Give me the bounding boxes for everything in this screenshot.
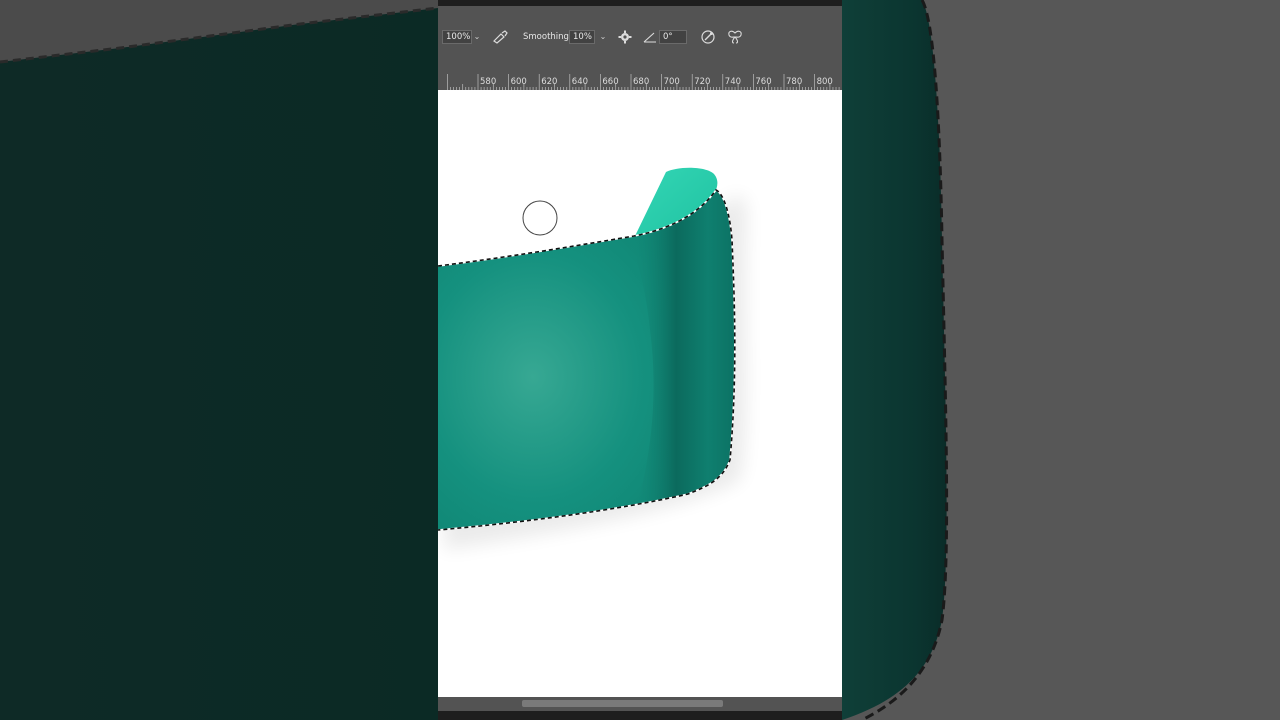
ruler-tick-label: 740 — [724, 77, 742, 87]
flow-field[interactable]: 100% — [442, 30, 472, 44]
angle-icon — [643, 31, 657, 43]
symmetry-butterfly-icon[interactable] — [727, 29, 743, 45]
horizontal-ruler: 580600620640660680700720740760780800820 — [438, 74, 842, 91]
pressure-icon[interactable] — [700, 29, 716, 45]
ruler-tick-label: 760 — [755, 77, 772, 87]
gear-icon[interactable] — [618, 30, 632, 44]
chevron-down-icon[interactable]: ⌄ — [472, 30, 482, 44]
ruler-tick-label: 620 — [541, 77, 558, 87]
photoshop-window: 100% ⌄ Smoothing: 10% ⌄ 0° 580 600 620 6… — [438, 0, 842, 720]
brush-cursor — [522, 200, 558, 236]
ruler-tick-label: 780 — [786, 77, 803, 87]
ruler-tick-label: 700 — [663, 77, 680, 87]
ruler-tick-label: 660 — [602, 77, 619, 87]
ruler-tick-label: 800 — [816, 77, 833, 87]
blurred-backdrop-left — [0, 0, 438, 720]
document-canvas[interactable] — [438, 90, 842, 697]
window-bottom-edge — [438, 711, 842, 720]
angle-field[interactable]: 0° — [659, 30, 687, 44]
ruler-tick-label: 580 — [480, 77, 497, 87]
video-frame: 100% ⌄ Smoothing: 10% ⌄ 0° 580 600 620 6… — [0, 0, 1280, 720]
ribbon-artwork — [438, 167, 747, 550]
airbrush-icon[interactable] — [492, 30, 508, 44]
ruler-tick-label: 640 — [571, 77, 589, 87]
ruler-tick-label: 600 — [510, 77, 527, 87]
tabs-area — [438, 48, 842, 74]
backdrop-ribbon-left — [0, 0, 438, 720]
backdrop-ribbon-right — [842, 0, 1280, 720]
smoothing-field[interactable]: 10% — [569, 30, 595, 44]
blurred-backdrop-right — [842, 0, 1280, 720]
smoothing-label: Smoothing: — [523, 32, 572, 42]
ruler-tick-label: 680 — [633, 77, 650, 87]
tool-options-bar: 100% ⌄ Smoothing: 10% ⌄ 0° — [438, 6, 842, 48]
horizontal-scrollbar[interactable] — [438, 697, 842, 711]
scrollbar-thumb[interactable] — [522, 700, 723, 707]
ruler-tick-label: 720 — [694, 77, 711, 87]
chevron-down-icon[interactable]: ⌄ — [598, 30, 608, 44]
